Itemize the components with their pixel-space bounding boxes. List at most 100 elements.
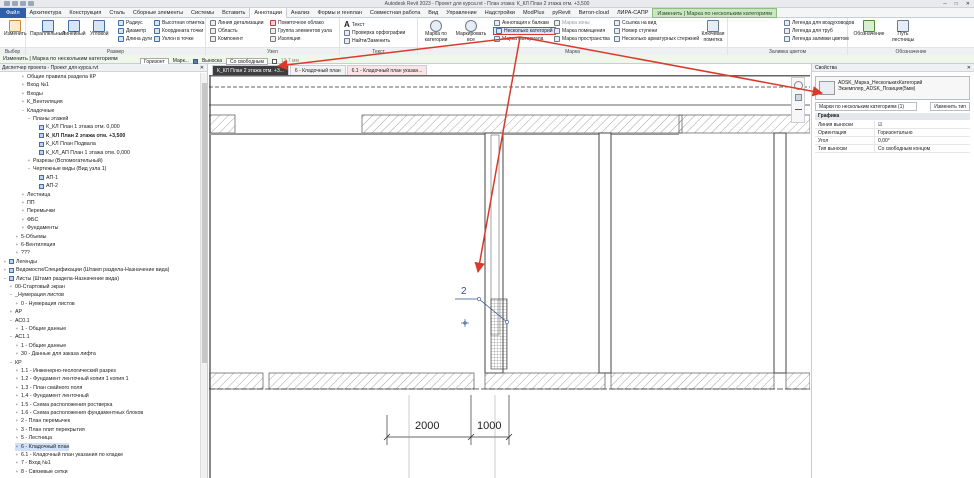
expand-icon[interactable]: +	[3, 266, 7, 274]
tree-item[interactable]: + К_Вентиляция	[21, 98, 63, 106]
tab-view[interactable]: Вид	[424, 8, 442, 18]
modify-button[interactable]: Изменить	[4, 20, 27, 38]
tree-item[interactable]: +1.4 - Фундамент ленточный	[15, 392, 89, 400]
tree-item[interactable]: +6-Вентиляция	[15, 241, 56, 249]
collapse-icon[interactable]: −	[27, 165, 31, 173]
panel-select-label[interactable]: Выбор	[0, 47, 25, 55]
beam-annotation-button[interactable]: Аннотация к балкам	[494, 20, 549, 26]
pipe-legend-button[interactable]: Легенда для труб	[784, 28, 833, 34]
expand-icon[interactable]: +	[15, 451, 19, 459]
tree-item[interactable]: +1.6 - Схема расположения фундаментных б…	[15, 409, 144, 417]
diameter-dimension-button[interactable]: Диаметр	[118, 28, 146, 34]
linear-dimension-button[interactable]: Линейный	[62, 20, 86, 38]
angular-dimension-button[interactable]: Угловой	[90, 20, 109, 38]
tree-item[interactable]: − КР	[9, 359, 22, 367]
tree-item[interactable]: + Ведомости/Спецификации (Штамп раздела-Н…	[3, 266, 170, 274]
expand-icon[interactable]: +	[15, 468, 19, 476]
expand-icon[interactable]: +	[15, 409, 19, 417]
view-tab-floor-plan-2[interactable]: К_КЛ План 2 этажа отм. +3...	[212, 65, 289, 75]
close-icon[interactable]: ✕	[200, 64, 204, 72]
tree-item[interactable]: +00-Стартовый экран	[9, 283, 65, 291]
room-tag-button[interactable]: Марка помещения	[554, 28, 605, 34]
drawing-canvas[interactable]: 2 2000 1000	[209, 75, 810, 478]
tree-item[interactable]: +7 - Вход №1	[15, 459, 51, 467]
tree-item[interactable]: + Разрезы (Вспомогательный)	[27, 157, 103, 165]
collapse-icon[interactable]: −	[27, 115, 31, 123]
collapse-icon[interactable]: −	[9, 333, 13, 341]
tab-precast[interactable]: Сборные элементы	[129, 8, 187, 18]
collapse-icon[interactable]: −	[9, 317, 13, 325]
expand-icon[interactable]: +	[21, 207, 25, 215]
tab-vitop-cloud[interactable]: Витоп-cloud	[575, 8, 613, 18]
multi-category-tag-button[interactable]: Несколько категорий	[493, 27, 556, 35]
multi-category-tag-label[interactable]: 2	[461, 286, 467, 297]
collapse-icon[interactable]: −	[9, 291, 13, 299]
panel-symbol-label[interactable]: Обозначение	[848, 47, 974, 55]
spot-coordinate-button[interactable]: Координата точки	[154, 28, 203, 34]
tab-architecture[interactable]: Архитектура	[26, 8, 66, 18]
tree-item[interactable]: − Планы этажей	[27, 115, 69, 123]
tab-addins[interactable]: Надстройки	[481, 8, 519, 18]
tree-item[interactable]: − АС1.1	[9, 333, 30, 341]
detail-line-button[interactable]: Линия детализации	[210, 20, 264, 26]
tab-modplus[interactable]: ModPlus	[519, 8, 548, 18]
tree-item[interactable]: +8 - Связевые сетки	[15, 468, 68, 476]
tab-massing-site[interactable]: Формы и генплан	[313, 8, 365, 18]
expand-icon[interactable]: +	[21, 216, 25, 224]
stair-path-button[interactable]: Путь лестницы	[888, 20, 918, 43]
tree-item[interactable]: АП-2	[33, 182, 58, 190]
tree-item[interactable]: +5 - Лестница	[15, 434, 52, 442]
insulation-button[interactable]: Изоляция	[270, 36, 301, 42]
spot-slope-button[interactable]: Уклон в точке	[154, 36, 194, 42]
property-row-leader-type[interactable]: Тип выноски Со свободным концом	[815, 145, 970, 153]
property-row-angle[interactable]: Угол 0,00°	[815, 137, 970, 145]
symbol-button[interactable]: Обозначение	[854, 20, 884, 38]
tree-item[interactable]: +???	[15, 249, 30, 257]
collapse-icon[interactable]: −	[3, 275, 7, 283]
arc-length-button[interactable]: Длина дуги	[118, 36, 152, 42]
panel-dimension-label[interactable]: Размер	[26, 47, 205, 55]
tree-item[interactable]: − Чертежные виды (Вид узла 1)	[27, 165, 107, 173]
tag-by-category-button[interactable]: Марка по категории	[420, 20, 452, 43]
expand-icon[interactable]: +	[21, 191, 25, 199]
scrollbar-thumb[interactable]	[202, 83, 207, 363]
expand-icon[interactable]: +	[27, 157, 31, 165]
expand-icon[interactable]: +	[15, 233, 19, 241]
instance-selector[interactable]: Марки по нескольким категориям (1)	[815, 102, 917, 111]
tree-item[interactable]: +30 - Данные для заказа лифта	[15, 350, 96, 358]
tree-item[interactable]: +1.3 - План свайного поля	[15, 384, 83, 392]
expand-icon[interactable]: +	[15, 426, 19, 434]
tab-systems[interactable]: Системы	[187, 8, 218, 18]
tree-item[interactable]: + АР	[9, 308, 22, 316]
expand-icon[interactable]: +	[21, 98, 25, 106]
tree-item[interactable]: + Перемычки	[21, 207, 55, 215]
tab-insert[interactable]: Вставить	[218, 8, 249, 18]
tab-analyze[interactable]: Анализ	[287, 8, 314, 18]
tree-item[interactable]: − _Нумерация листов	[9, 291, 64, 299]
expand-icon[interactable]: +	[15, 417, 19, 425]
tree-item[interactable]: + Фундаменты	[21, 224, 59, 232]
length-checkbox[interactable]	[271, 58, 277, 64]
color-fill-legend-button[interactable]: Легенда заливки цветом	[784, 36, 849, 42]
type-selector[interactable]: ADSK_Марка_НесколькихКатегорий Экземпляр…	[815, 76, 970, 100]
expand-icon[interactable]: +	[15, 241, 19, 249]
expand-icon[interactable]: +	[9, 283, 13, 291]
tree-item[interactable]: +2 - План перемычек	[15, 417, 70, 425]
dimension-text-2000[interactable]: 2000	[415, 420, 439, 432]
panel-color-fill-label[interactable]: Заливка цветом	[728, 47, 847, 55]
duct-legend-button[interactable]: Легенда для воздуховодов	[784, 20, 854, 26]
view-tab-masonry-plan-instructions[interactable]: 6.1 - Кладочный план указан...	[346, 65, 428, 75]
expand-icon[interactable]: +	[15, 249, 19, 257]
tree-item[interactable]: К_КЛ План Подвала	[33, 140, 96, 148]
expand-icon[interactable]: +	[21, 90, 25, 98]
tree-item[interactable]: + Вход №1	[21, 81, 49, 89]
tree-item[interactable]: К_КЛ План 2 этажа отм. +3,500	[33, 132, 125, 140]
tree-item[interactable]: + Легенды	[3, 258, 37, 266]
tree-item[interactable]: − Кладочные	[21, 107, 55, 115]
tree-item[interactable]: +5-Объемы	[15, 233, 47, 241]
tree-item[interactable]: АП-1	[33, 174, 58, 182]
tree-item[interactable]: +1.5 - Схема расположения ростверка	[15, 401, 113, 409]
expand-icon[interactable]: +	[15, 443, 19, 451]
tab-file[interactable]: Файл	[0, 7, 26, 18]
tree-item[interactable]: + ФБС	[21, 216, 39, 224]
